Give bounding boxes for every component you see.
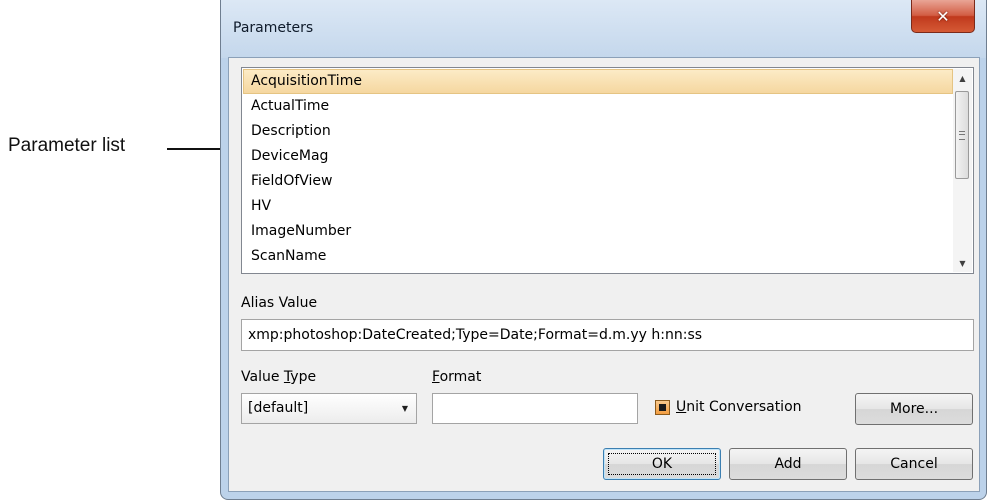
window-title: Parameters [233, 20, 314, 36]
scroll-thumb[interactable] [955, 91, 969, 179]
title-bar[interactable]: Parameters ✕ [221, 0, 986, 58]
value-type-selected: [default] [248, 400, 309, 416]
more-button[interactable]: More... [855, 393, 973, 425]
format-input[interactable] [432, 393, 638, 424]
checkbox-indeterminate-icon[interactable] [655, 399, 670, 415]
list-item[interactable]: AcquisitionTime [243, 69, 953, 94]
cancel-button[interactable]: Cancel [855, 448, 973, 480]
list-item[interactable]: ScanName [243, 244, 953, 269]
format-label: Format [432, 369, 482, 385]
vertical-scrollbar[interactable]: ▲ ▼ [953, 69, 972, 272]
list-item[interactable]: Description [243, 119, 953, 144]
parameters-dialog: Parameters ✕ AcquisitionTime ActualTime … [220, 0, 987, 500]
parameter-list[interactable]: AcquisitionTime ActualTime Description D… [241, 67, 974, 274]
close-button[interactable]: ✕ [911, 0, 975, 33]
list-item[interactable]: DeviceMag [243, 144, 953, 169]
ok-button[interactable]: OK [603, 448, 721, 480]
close-icon: ✕ [936, 6, 950, 26]
focus-rect [608, 453, 716, 475]
list-item[interactable]: FieldOfView [243, 169, 953, 194]
list-item[interactable]: ImageNumber [243, 219, 953, 244]
add-button[interactable]: Add [729, 448, 847, 480]
parameter-list-items: AcquisitionTime ActualTime Description D… [243, 69, 953, 272]
unit-conversation-checkbox[interactable]: Unit Conversation [655, 399, 802, 415]
scroll-up-arrow-icon[interactable]: ▲ [953, 69, 972, 87]
list-item[interactable]: HV [243, 194, 953, 219]
value-type-label: Value Type [241, 369, 317, 385]
unit-conversation-label: Unit Conversation [676, 399, 802, 415]
callout-parameter-list-label: Parameter list [8, 135, 126, 156]
list-item[interactable]: ActualTime [243, 94, 953, 119]
alias-value-input[interactable]: xmp:photoshop:DateCreated;Type=Date;Form… [241, 319, 974, 351]
chevron-down-icon: ▼ [401, 404, 408, 413]
value-type-select[interactable]: [default] ▼ [241, 393, 417, 424]
grip-icon [959, 130, 965, 140]
dialog-body: AcquisitionTime ActualTime Description D… [228, 57, 980, 492]
alias-value-label: Alias Value [241, 295, 318, 311]
scroll-down-arrow-icon[interactable]: ▼ [953, 254, 972, 272]
